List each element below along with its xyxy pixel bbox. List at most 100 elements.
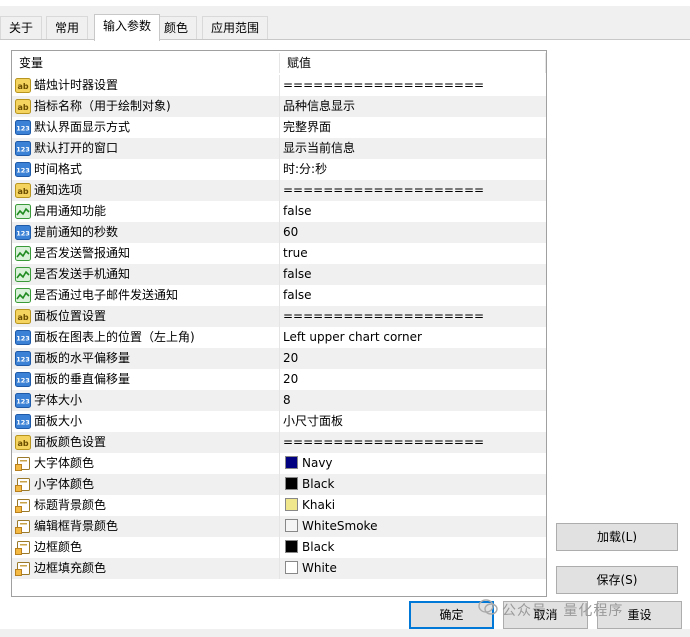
table-row[interactable]: ab 面板位置设置 ==================== <box>12 306 546 327</box>
table-row[interactable]: 标题背景颜色 Khaki <box>12 495 546 516</box>
column-header-value[interactable]: 赋值 <box>280 51 311 75</box>
value-cell[interactable]: 8 <box>279 390 546 411</box>
column-divider[interactable] <box>545 53 546 73</box>
value-cell[interactable]: 品种信息显示 <box>279 96 546 117</box>
value-cell[interactable]: Left upper chart corner <box>279 327 546 348</box>
value-cell[interactable]: 20 <box>279 369 546 390</box>
color-swatch[interactable] <box>285 456 298 469</box>
table-row[interactable]: 123 面板在图表上的位置（左上角) Left upper chart corner <box>12 327 546 348</box>
tab-colors[interactable]: 颜色 <box>155 16 198 40</box>
svg-text:ab: ab <box>17 187 28 196</box>
table-row[interactable]: 123 默认界面显示方式 完整界面 <box>12 117 546 138</box>
table-row[interactable]: 123 提前通知的秒数 60 <box>12 222 546 243</box>
value-cell[interactable]: true <box>279 243 546 264</box>
value-cell[interactable]: 60 <box>279 222 546 243</box>
variable-cell: ab 面板颜色设置 <box>12 432 279 453</box>
table-row[interactable]: 编辑框背景颜色 WhiteSmoke <box>12 516 546 537</box>
svg-text:ab: ab <box>17 439 28 448</box>
variable-label: 大字体颜色 <box>34 456 95 470</box>
value-cell[interactable]: false <box>279 264 546 285</box>
variable-cell: 编辑框背景颜色 <box>12 516 279 537</box>
table-row[interactable]: ab 指标名称（用于绘制对象) 品种信息显示 <box>12 96 546 117</box>
color-icon <box>15 519 31 534</box>
value-cell[interactable]: 小尺寸面板 <box>279 411 546 432</box>
table-row[interactable]: ab 面板颜色设置 ==================== <box>12 432 546 453</box>
variable-label: 字体大小 <box>34 393 83 407</box>
value-text: 8 <box>283 393 291 407</box>
value-cell[interactable]: 完整界面 <box>279 117 546 138</box>
save-button[interactable]: 保存(S) <box>556 566 678 594</box>
value-cell[interactable]: White <box>279 558 546 579</box>
color-swatch[interactable] <box>285 498 298 511</box>
variable-cell: 启用通知功能 <box>12 201 279 222</box>
table-row[interactable]: 边框填充颜色 White <box>12 558 546 579</box>
ab-string-icon: ab <box>15 309 31 324</box>
table-row[interactable]: ab 通知选项 ==================== <box>12 180 546 201</box>
value-text: false <box>283 267 312 281</box>
color-swatch[interactable] <box>285 477 298 490</box>
value-cell[interactable]: false <box>279 285 546 306</box>
value-text: 60 <box>283 225 299 239</box>
value-text: ==================== <box>283 183 485 197</box>
color-swatch[interactable] <box>285 540 298 553</box>
window-top-strip <box>0 0 690 6</box>
table-row[interactable]: 小字体颜色 Black <box>12 474 546 495</box>
parameters-table[interactable]: 变量 赋值 ab 蜡烛计时器设置 ==================== ab 指标名… <box>11 50 547 597</box>
value-cell[interactable]: Navy <box>279 453 546 474</box>
table-row[interactable]: 123 时间格式 时:分:秒 <box>12 159 546 180</box>
watermark: 公众号 · 量化程序 <box>478 597 623 625</box>
value-cell[interactable]: ==================== <box>279 432 546 453</box>
table-row[interactable]: ab 蜡烛计时器设置 ==================== <box>12 75 546 96</box>
variable-cell: 123 提前通知的秒数 <box>12 222 279 243</box>
table-row[interactable]: 123 默认打开的窗口 显示当前信息 <box>12 138 546 159</box>
watermark-text: 公众号 · 量化程序 <box>502 603 624 619</box>
color-swatch[interactable] <box>285 519 298 532</box>
value-cell[interactable]: ==================== <box>279 180 546 201</box>
value-text: Navy <box>302 456 333 470</box>
value-cell[interactable]: Khaki <box>279 495 546 516</box>
table-row[interactable]: 大字体颜色 Navy <box>12 453 546 474</box>
tab-visualization[interactable]: 应用范围 <box>202 16 269 40</box>
table-row[interactable]: 边框颜色 Black <box>12 537 546 558</box>
value-cell[interactable]: ==================== <box>279 75 546 96</box>
variable-label: 小字体颜色 <box>34 477 95 491</box>
value-cell[interactable]: ==================== <box>279 306 546 327</box>
variable-label: 指标名称（用于绘制对象) <box>34 99 171 113</box>
value-cell[interactable]: 20 <box>279 348 546 369</box>
variable-cell: 123 面板的水平偏移量 <box>12 348 279 369</box>
table-row[interactable]: 启用通知功能 false <box>12 201 546 222</box>
value-cell[interactable]: 时:分:秒 <box>279 159 546 180</box>
value-text: Khaki <box>302 498 336 512</box>
svg-text:123: 123 <box>16 398 30 406</box>
table-row[interactable]: 是否通过电子邮件发送通知 false <box>12 285 546 306</box>
tab-common[interactable]: 常用 <box>46 16 89 40</box>
variable-label: 面板在图表上的位置（左上角) <box>34 330 195 344</box>
table-row[interactable]: 是否发送手机通知 false <box>12 264 546 285</box>
svg-text:ab: ab <box>17 313 28 322</box>
value-cell[interactable]: Black <box>279 474 546 495</box>
value-cell[interactable]: 显示当前信息 <box>279 138 546 159</box>
color-swatch[interactable] <box>285 561 298 574</box>
color-icon <box>15 456 31 471</box>
variable-label: 边框填充颜色 <box>34 561 107 575</box>
tab-inputs[interactable]: 输入参数 <box>94 14 161 41</box>
svg-text:123: 123 <box>16 167 30 175</box>
variable-cell: 123 面板的垂直偏移量 <box>12 369 279 390</box>
column-header-variable[interactable]: 变量 <box>12 51 43 75</box>
value-text: ==================== <box>283 309 485 323</box>
load-button[interactable]: 加载(L) <box>556 523 678 551</box>
table-row[interactable]: 是否发送警报通知 true <box>12 243 546 264</box>
variable-cell: ab 通知选项 <box>12 180 279 201</box>
table-row[interactable]: 123 面板的水平偏移量 20 <box>12 348 546 369</box>
ab-string-icon: ab <box>15 99 31 114</box>
variable-cell: 123 时间格式 <box>12 159 279 180</box>
value-cell[interactable]: Black <box>279 537 546 558</box>
table-row[interactable]: 123 面板的垂直偏移量 20 <box>12 369 546 390</box>
value-cell[interactable]: false <box>279 201 546 222</box>
table-row[interactable]: 123 字体大小 8 <box>12 390 546 411</box>
tab-about[interactable]: 关于 <box>0 16 43 40</box>
value-text: ==================== <box>283 78 485 92</box>
table-row[interactable]: 123 面板大小 小尺寸面板 <box>12 411 546 432</box>
value-text: 时:分:秒 <box>283 162 328 176</box>
value-cell[interactable]: WhiteSmoke <box>279 516 546 537</box>
